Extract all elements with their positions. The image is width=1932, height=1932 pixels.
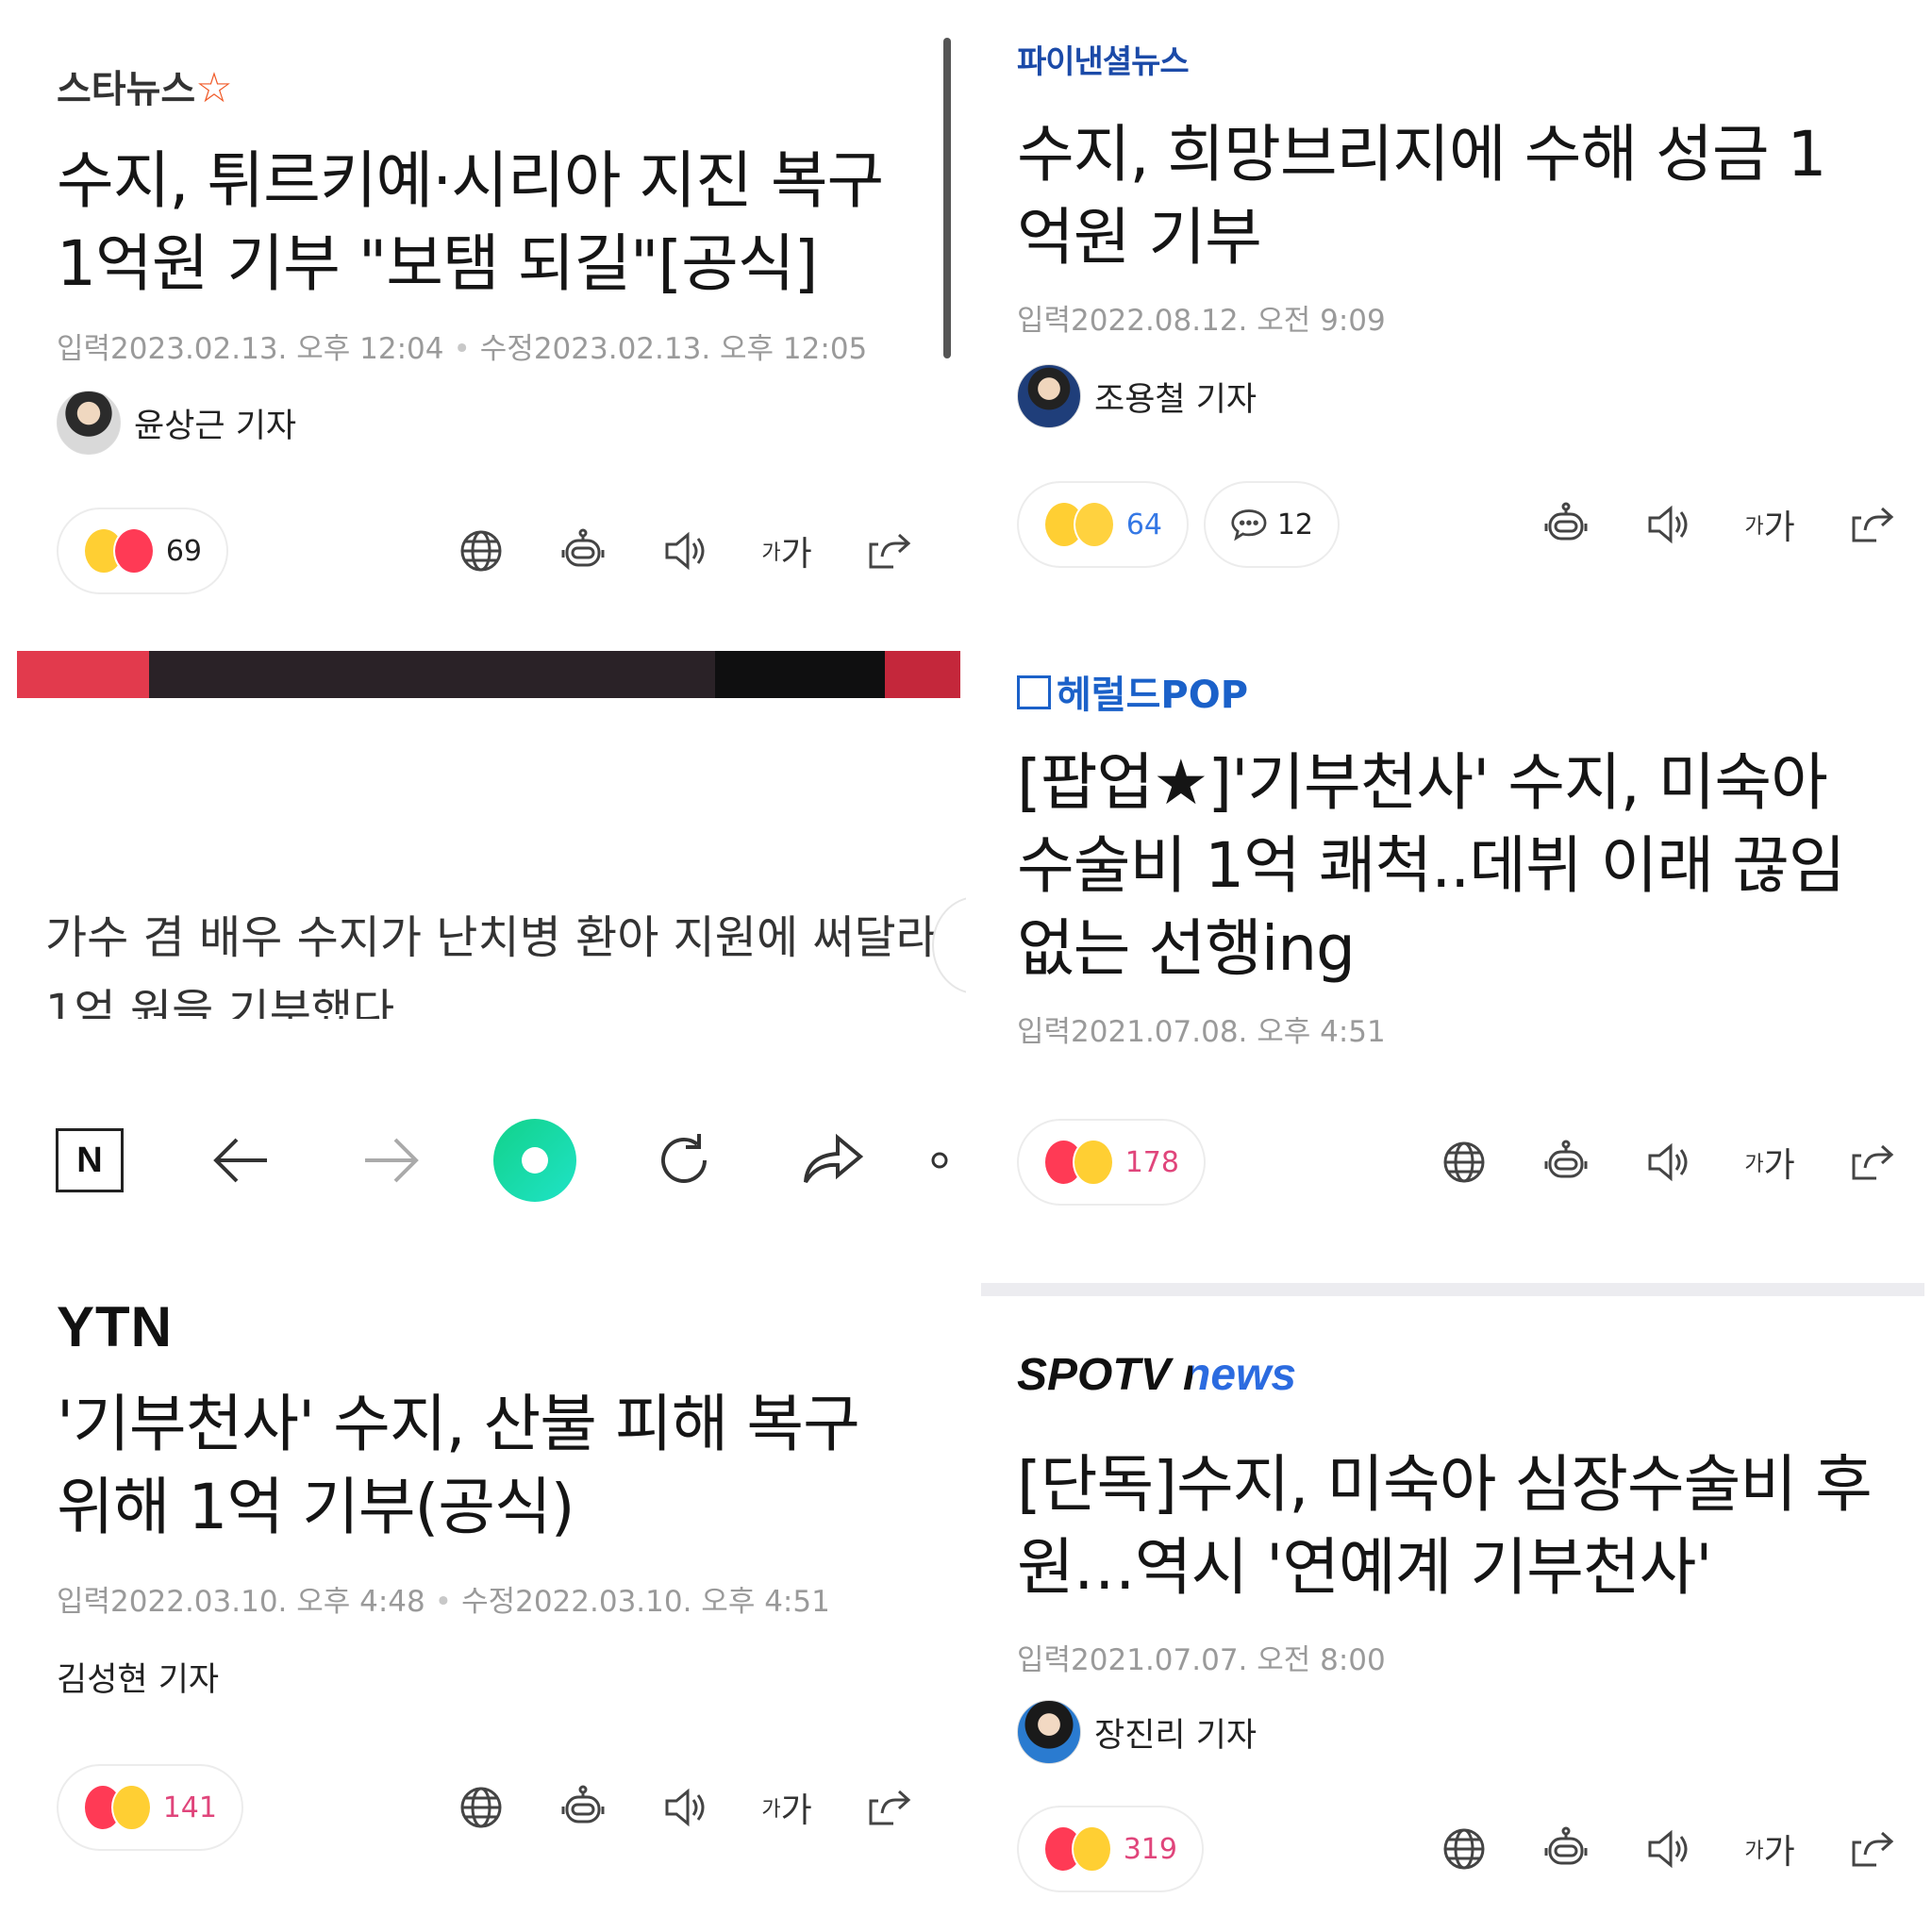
reaction-count: 319: [1123, 1832, 1177, 1866]
speaker-icon[interactable]: [1641, 498, 1694, 551]
reaction-button[interactable]: 141: [57, 1764, 243, 1851]
reaction-count: 178: [1124, 1145, 1179, 1179]
font-size-button[interactable]: 가가: [760, 525, 813, 577]
green-dot-button[interactable]: [492, 1118, 577, 1203]
surprise-emoji-icon: [1073, 501, 1115, 548]
speaker-icon[interactable]: [658, 525, 711, 577]
share-arrow-icon: [804, 1133, 864, 1184]
share-icon[interactable]: [1845, 498, 1898, 551]
robot-icon[interactable]: [1540, 1823, 1592, 1875]
share-button[interactable]: [791, 1118, 875, 1203]
author-name: 윤상근 기자: [134, 407, 297, 445]
refresh-button[interactable]: [641, 1118, 726, 1203]
reaction-button[interactable]: 64: [1017, 481, 1189, 568]
body-fade: [0, 1019, 962, 1045]
smile-emoji-icon: [1073, 1139, 1114, 1186]
ytn-logo: YTN: [57, 1295, 173, 1358]
article-dates: 입력2021.07.07. 오전 8:00: [1017, 1643, 1386, 1677]
back-button[interactable]: [198, 1118, 283, 1203]
comment-button[interactable]: 12: [1204, 481, 1340, 568]
reaction-button[interactable]: 178: [1017, 1119, 1206, 1206]
font-size-button[interactable]: 가가: [1743, 1136, 1796, 1189]
headline[interactable]: [단독]수지, 미숙아 심장수술비 후 원…역시 '연예계 기부천사': [1017, 1443, 1873, 1609]
robot-icon[interactable]: [557, 525, 609, 577]
article-toolbar: 가가: [1389, 1823, 1898, 1875]
article-photo: [17, 651, 960, 698]
smile-emoji-icon: [111, 1784, 152, 1831]
arrow-left-icon: [213, 1138, 267, 1183]
robot-icon[interactable]: [1540, 1136, 1592, 1189]
author-name: 김성현 기자: [57, 1661, 220, 1699]
globe-icon[interactable]: [1438, 1823, 1491, 1875]
globe-icon[interactable]: [455, 1781, 508, 1834]
article-toolbar: 가가: [1389, 1136, 1898, 1189]
share-icon[interactable]: [862, 1781, 915, 1834]
headline[interactable]: 수지, 희망브리지에 수해 성금 1 억원 기부: [1017, 113, 1827, 279]
naver-home-button[interactable]: N: [47, 1118, 132, 1203]
globe-icon[interactable]: [455, 525, 508, 577]
comment-count: 12: [1276, 508, 1313, 541]
avatar: [57, 391, 121, 455]
smile-emoji-icon: [1072, 1825, 1112, 1873]
article-panel-starnews: 스타뉴스☆ 수지, 튀르키예·시리아 지진 복구 1억원 기부 "보탬 되길"[…: [0, 0, 966, 1045]
author-name: 장진리 기자: [1094, 1716, 1257, 1755]
speaker-icon[interactable]: [658, 1781, 711, 1834]
article-toolbar: 가가: [406, 525, 915, 577]
green-dot-icon: [493, 1119, 576, 1202]
spotv-logo: SPOTV news: [1017, 1349, 1300, 1401]
share-icon[interactable]: [1845, 1136, 1898, 1189]
author[interactable]: 윤상근 기자: [57, 391, 296, 455]
author[interactable]: 장진리 기자: [1017, 1700, 1257, 1764]
author[interactable]: 김성현 기자: [57, 1653, 219, 1701]
forward-button[interactable]: [349, 1118, 434, 1203]
heart-eyes-emoji-icon: [112, 527, 155, 575]
reaction-count: 64: [1125, 508, 1162, 541]
comment-icon: [1231, 509, 1267, 541]
headline[interactable]: [팝업★]'기부천사' 수지, 미숙아 수술비 1억 쾌척..데뷔 이래 끊임 …: [1017, 741, 1846, 991]
article-toolbar: 가가: [1491, 498, 1898, 551]
starnews-logo: 스타뉴스☆: [57, 64, 233, 112]
naver-n-icon: N: [56, 1128, 124, 1192]
robot-icon[interactable]: [557, 1781, 609, 1834]
reaction-count: 141: [162, 1790, 217, 1824]
reaction-count: 69: [165, 534, 202, 568]
font-size-button[interactable]: 가가: [760, 1781, 813, 1834]
article-panel-fnnews: 파이낸셜뉴스 수지, 희망브리지에 수해 성금 1 억원 기부 입력2022.0…: [981, 0, 1932, 1274]
article-toolbar: 가가: [406, 1781, 915, 1834]
circle-icon: [931, 1152, 948, 1169]
avatar: [1017, 1700, 1081, 1764]
more-button[interactable]: [913, 1118, 966, 1203]
browser-navbar: N: [0, 1113, 966, 1208]
share-icon[interactable]: [862, 525, 915, 577]
article-dates: 입력2022.08.12. 오전 9:09: [1017, 304, 1386, 338]
arrow-right-icon: [365, 1138, 419, 1183]
reaction-button[interactable]: 69: [57, 508, 228, 594]
section-divider: [981, 1283, 1924, 1296]
author-name: 조용철 기자: [1094, 380, 1257, 419]
speaker-icon[interactable]: [1641, 1823, 1694, 1875]
article-dates: 입력2023.02.13. 오후 12:04 • 수정2023.02.13. 오후 …: [57, 332, 868, 366]
reaction-button[interactable]: 319: [1017, 1806, 1204, 1892]
headline[interactable]: '기부천사' 수지, 산불 피해 복구 위해 1억 기부(공식): [57, 1383, 860, 1549]
article-panel-ytn: YTN '기부천사' 수지, 산불 피해 복구 위해 1억 기부(공식) 입력2…: [0, 1255, 966, 1932]
speaker-icon[interactable]: [1641, 1136, 1694, 1189]
author[interactable]: 조용철 기자: [1017, 364, 1257, 428]
avatar: [1017, 364, 1081, 428]
headline[interactable]: 수지, 튀르키예·시리아 지진 복구 1억원 기부 "보탬 되길"[공식]: [57, 140, 884, 306]
article-panel-spotv: SPOTV news [단독]수지, 미숙아 심장수술비 후 원…역시 '연예계…: [981, 1296, 1932, 1932]
article-dates: 입력2022.03.10. 오후 4:48 • 수정2022.03.10. 오후 4…: [57, 1585, 830, 1619]
globe-icon[interactable]: [1438, 1136, 1491, 1189]
font-size-button[interactable]: 가가: [1743, 498, 1796, 551]
refresh-icon: [661, 1134, 707, 1183]
robot-icon[interactable]: [1540, 498, 1592, 551]
scrollbar[interactable]: [943, 38, 951, 358]
share-icon[interactable]: [1845, 1823, 1898, 1875]
heraldpop-logo: 헤럴드POP: [1017, 664, 1248, 719]
article-dates: 입력2021.07.08. 오후 4:51: [1017, 1015, 1386, 1049]
fnnews-logo: 파이낸셜뉴스: [1017, 43, 1190, 81]
font-size-button[interactable]: 가가: [1743, 1823, 1796, 1875]
